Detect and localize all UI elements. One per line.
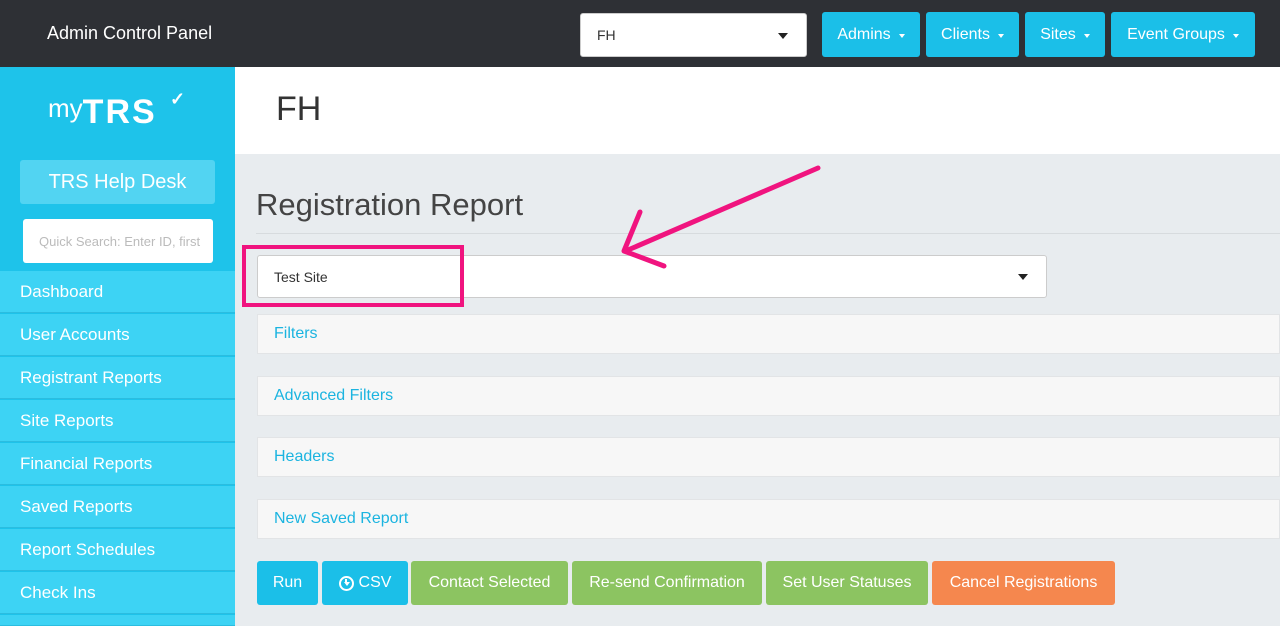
sidebar-item-check-ins[interactable]: Check Ins [0,572,235,614]
sidebar-item-site-reports[interactable]: Site Reports [0,400,235,442]
caret-down-icon [1232,33,1239,38]
site-select[interactable]: Test Site [257,255,1047,298]
cancel-registrations-button[interactable]: Cancel Registrations [932,561,1115,605]
sidebar-item-registrant-reports[interactable]: Registrant Reports [0,357,235,399]
resend-confirmation-button[interactable]: Re-send Confirmation [572,561,762,605]
clients-menu-button[interactable]: Clients [926,12,1019,57]
sidebar-item-report-schedules[interactable]: Report Schedules [0,529,235,571]
sidebar: myTRS ✓ TRS Help Desk Dashboard User Acc… [0,67,235,626]
filters-section[interactable]: Filters [257,314,1280,354]
set-user-statuses-button[interactable]: Set User Statuses [766,561,928,605]
new-saved-report-section[interactable]: New Saved Report [257,499,1280,539]
run-button[interactable]: Run [257,561,318,605]
chevron-down-icon [778,33,788,39]
chevron-down-icon [1018,274,1028,280]
mytrs-logo[interactable]: myTRS ✓ [48,89,185,133]
sidebar-item-dashboard[interactable]: Dashboard [0,271,235,313]
sites-menu-label: Sites [1040,25,1076,43]
check-icon: ✓ [170,89,186,109]
event-groups-menu-button[interactable]: Event Groups [1111,12,1255,57]
logo-my: my [48,93,83,123]
contact-selected-button[interactable]: Contact Selected [411,561,568,605]
csv-label: CSV [358,574,392,591]
site-header: FH [235,67,1280,154]
admins-menu-button[interactable]: Admins [822,12,920,57]
client-select[interactable]: FH [580,13,807,57]
sidebar-item-saved-reports[interactable]: Saved Reports [0,486,235,528]
app-title: Admin Control Panel [47,23,213,43]
arrow-shaft [625,165,821,253]
sites-menu-button[interactable]: Sites [1025,12,1105,57]
quick-search-input[interactable] [23,219,213,263]
sidebar-item-partial[interactable] [0,615,235,626]
sidebar-item-user-accounts[interactable]: User Accounts [0,314,235,356]
advanced-filters-section[interactable]: Advanced Filters [257,376,1280,416]
site-select-value: Test Site [274,269,328,285]
logo-brand: TRS [82,93,157,131]
page-title: FH [276,90,322,128]
event-groups-menu-label: Event Groups [1127,25,1225,43]
report-title: Registration Report [256,187,524,222]
client-select-value: FH [597,27,616,43]
csv-button[interactable]: CSV [322,561,408,605]
headers-section[interactable]: Headers [257,437,1280,477]
divider [256,233,1280,234]
download-icon [338,575,354,591]
admins-menu-label: Admins [837,25,891,43]
top-navbar: Admin Control Panel FH Admins Clients Si… [0,0,1280,67]
help-desk-button[interactable]: TRS Help Desk [20,160,215,204]
caret-down-icon [898,33,905,38]
caret-down-icon [997,33,1004,38]
sidebar-item-financial-reports[interactable]: Financial Reports [0,443,235,485]
caret-down-icon [1083,33,1090,38]
clients-menu-label: Clients [941,25,990,43]
